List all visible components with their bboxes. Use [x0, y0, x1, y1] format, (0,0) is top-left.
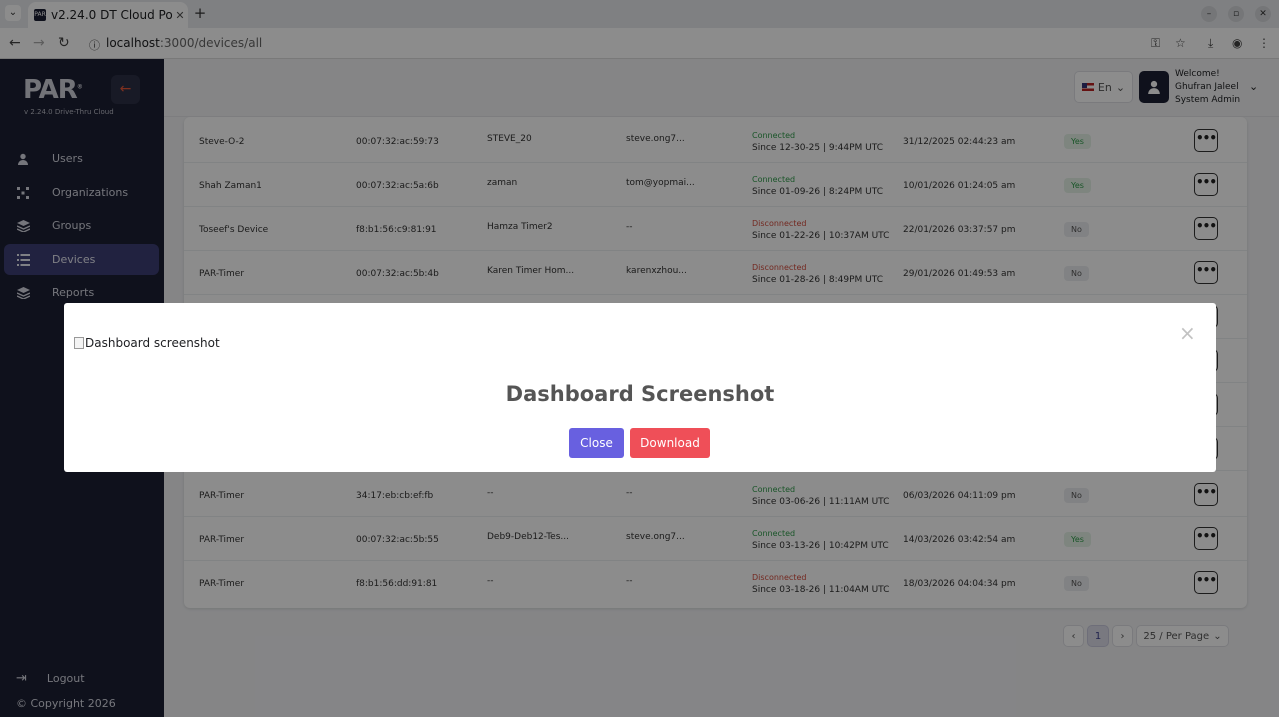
close-button[interactable]: Close: [569, 428, 624, 458]
modal-close-icon[interactable]: ×: [1179, 321, 1196, 345]
broken-image-icon: Dashboard screenshot: [74, 336, 220, 350]
modal-title: Dashboard Screenshot: [505, 382, 775, 406]
download-button[interactable]: Download: [630, 428, 710, 458]
image-alt-text: Dashboard screenshot: [85, 336, 220, 350]
screenshot-modal: × Dashboard screenshot Dashboard Screens…: [64, 303, 1216, 472]
